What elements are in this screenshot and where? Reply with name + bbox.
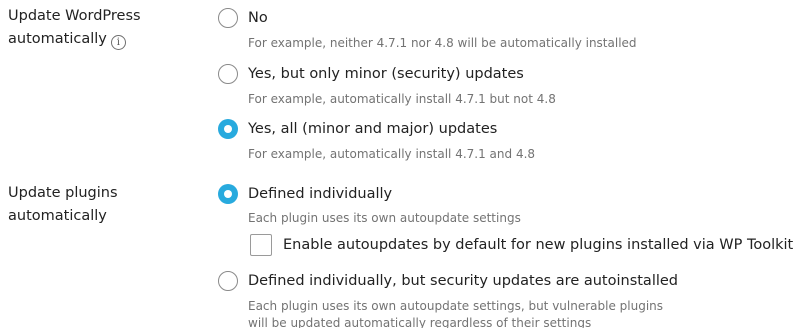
wordpress-option-no-hint: For example, neither 4.7.1 nor 4.8 will …	[248, 36, 637, 50]
wordpress-option-all-label[interactable]: Yes, all (minor and major) updates	[248, 121, 497, 137]
wordpress-update-label-line2: automatically	[8, 31, 107, 47]
info-icon[interactable]: i	[110, 35, 126, 50]
wordpress-option-minor-label[interactable]: Yes, but only minor (security) updates	[248, 66, 524, 82]
radio-button-minor[interactable]	[218, 64, 238, 84]
plugin-option-individual-hint: Each plugin uses its own autoupdate sett…	[248, 211, 521, 225]
wordpress-update-label-line1: Update WordPress	[8, 8, 141, 24]
plugin-update-label: Update plugins automatically	[8, 182, 118, 228]
wordpress-option-minor[interactable]: Yes, but only minor (security) updates	[218, 63, 524, 85]
enable-autoupdates-checkbox[interactable]	[250, 234, 272, 256]
plugin-option-security[interactable]: Defined individually, but security updat…	[218, 270, 678, 292]
plugin-option-security-hint-line1: Each plugin uses its own autoupdate sett…	[248, 299, 664, 313]
plugin-update-label-line1: Update plugins	[8, 185, 118, 201]
enable-autoupdates-label[interactable]: Enable autoupdates by default for new pl…	[283, 237, 793, 253]
wordpress-option-no[interactable]: No	[218, 7, 268, 29]
plugin-option-individual[interactable]: Defined individually	[218, 183, 392, 205]
radio-button-individual-selected[interactable]	[218, 184, 238, 204]
radio-button-security[interactable]	[218, 271, 238, 291]
radio-button-no[interactable]	[218, 8, 238, 28]
wordpress-update-label: Update WordPress automatically i	[8, 5, 141, 51]
wordpress-option-all[interactable]: Yes, all (minor and major) updates	[218, 118, 497, 140]
radio-button-all-selected[interactable]	[218, 119, 238, 139]
enable-autoupdates-checkbox-row[interactable]: Enable autoupdates by default for new pl…	[250, 233, 793, 257]
plugin-update-label-line2: automatically	[8, 208, 107, 224]
autoupdate-settings-panel: Update WordPress automatically i No For e…	[0, 0, 805, 328]
wordpress-option-minor-hint: For example, automatically install 4.7.1…	[248, 92, 556, 106]
wordpress-option-all-hint: For example, automatically install 4.7.1…	[248, 147, 536, 161]
plugin-option-individual-label[interactable]: Defined individually	[248, 186, 392, 202]
wordpress-option-no-label[interactable]: No	[248, 10, 268, 26]
plugin-option-security-hint-line2: will be updated automatically regardless…	[248, 316, 592, 328]
plugin-option-security-label[interactable]: Defined individually, but security updat…	[248, 273, 678, 289]
